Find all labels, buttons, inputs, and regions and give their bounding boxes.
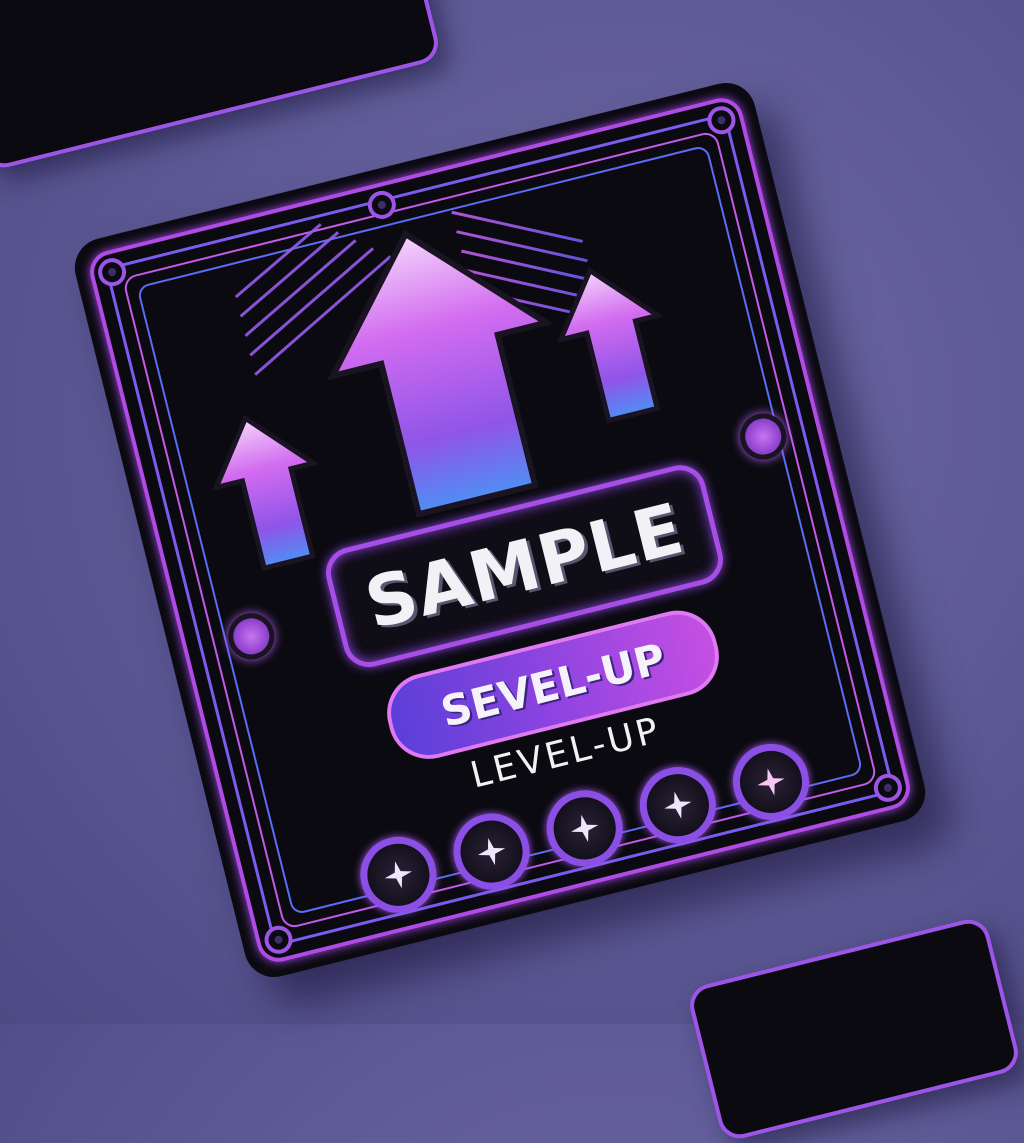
- up-arrow-icon: [556, 266, 664, 424]
- level-up-card[interactable]: SAMPLE SEVEL-UP LEVEL-UP: [68, 76, 932, 984]
- up-arrow-icon: [327, 229, 554, 518]
- background-card-bottom-right: [685, 915, 1023, 1143]
- up-arrow-icon: [212, 414, 320, 572]
- star-slot[interactable]: [445, 805, 538, 898]
- star-slot[interactable]: [538, 782, 631, 875]
- star-slot[interactable]: [631, 759, 724, 852]
- sparkle-icon: [757, 768, 785, 796]
- sparkle-icon: [664, 791, 692, 819]
- sparkle-icon: [477, 838, 506, 866]
- scene: SAMPLE SEVEL-UP LEVEL-UP: [0, 0, 1024, 1143]
- sparkle-icon: [571, 814, 599, 842]
- card-body: SAMPLE SEVEL-UP LEVEL-UP: [68, 76, 932, 984]
- sparkle-icon: [384, 861, 412, 889]
- background-card-top-left: [0, 0, 443, 172]
